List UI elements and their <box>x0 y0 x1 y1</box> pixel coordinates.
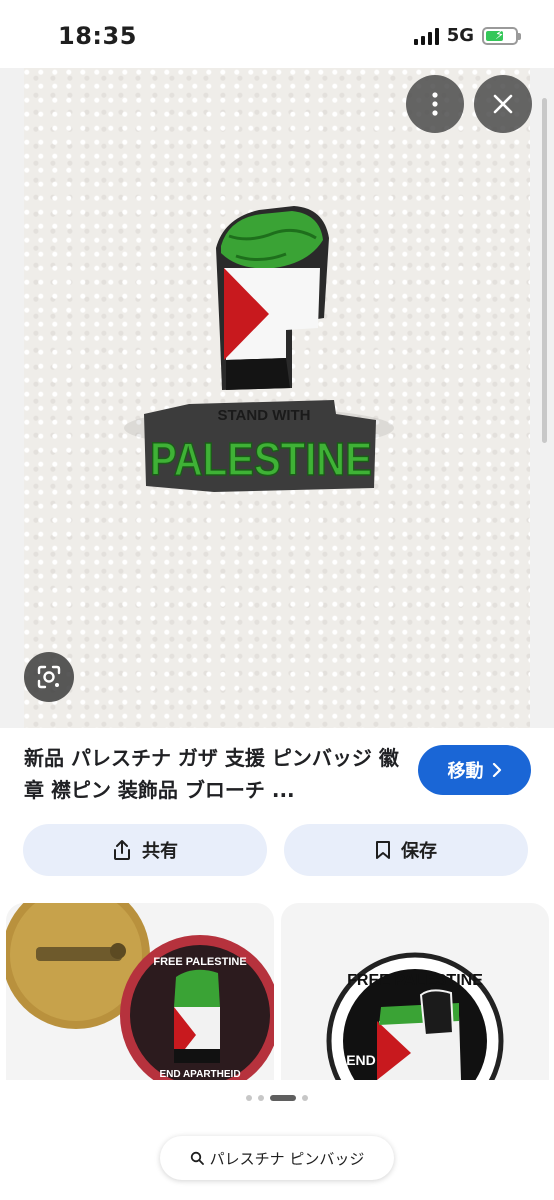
google-lens-icon <box>37 665 61 689</box>
result-title[interactable]: 新品 パレスチナ ガザ 支援 ピンバッジ 徽章 襟ピン 装飾品 ブローチ ... <box>24 742 402 806</box>
status-time: 18:35 <box>58 22 137 50</box>
more-options-button[interactable] <box>406 75 464 133</box>
lens-search-button[interactable] <box>24 652 74 702</box>
related-result-card[interactable]: FREE PALESTINE END <box>281 903 549 1080</box>
related-badge-top-text: FREE PALESTINE <box>153 956 246 968</box>
close-icon <box>493 94 513 114</box>
share-icon <box>114 840 130 860</box>
page-dot-active <box>270 1095 296 1101</box>
more-vert-icon <box>432 92 438 116</box>
pin-main-text: PALESTINE <box>150 433 372 485</box>
image-viewer: STAND WITH PALESTINE <box>0 68 554 728</box>
related-badge-bottom-text: END APARTHEID <box>159 1069 240 1080</box>
battery-icon: ⚡ <box>482 26 521 45</box>
save-button[interactable]: 保存 <box>284 824 528 876</box>
pin-top-text: STAND WITH <box>217 407 310 424</box>
search-query-text: パレスチナ ピンバッジ <box>209 1149 365 1168</box>
related-badge-top-text: FREE PALESTINE <box>347 972 483 989</box>
chevron-right-icon <box>492 763 501 777</box>
status-bar: 18:35 5G ⚡ <box>0 0 554 68</box>
cellular-signal-icon <box>413 27 439 45</box>
bookmark-icon <box>376 841 390 859</box>
close-button[interactable] <box>474 75 532 133</box>
scrollbar[interactable] <box>542 98 547 443</box>
save-label: 保存 <box>401 841 437 862</box>
related-result-image: FREE PALESTINE END APARTHEID <box>6 903 274 1080</box>
page-dot <box>302 1095 308 1101</box>
related-result-image: FREE PALESTINE END <box>281 903 549 1080</box>
related-badge-bottom-text: END <box>346 1052 376 1068</box>
visit-label: 移動 <box>447 761 484 782</box>
related-result-card[interactable]: FREE PALESTINE END APARTHEID <box>6 903 274 1080</box>
status-indicators: 5G ⚡ <box>413 25 521 46</box>
page-indicator <box>0 1095 554 1101</box>
share-label: 共有 <box>142 841 178 862</box>
palestine-pin-illustration: STAND WITH PALESTINE <box>124 206 394 492</box>
visit-button[interactable]: 移動 <box>418 745 531 795</box>
network-type: 5G <box>446 25 474 46</box>
page-dot <box>246 1095 252 1101</box>
page-dot <box>258 1095 264 1101</box>
result-image[interactable]: STAND WITH PALESTINE <box>24 68 530 728</box>
search-query-pill[interactable]: パレスチナ ピンバッジ <box>160 1136 394 1180</box>
search-icon <box>190 1151 204 1165</box>
share-button[interactable]: 共有 <box>23 824 267 876</box>
